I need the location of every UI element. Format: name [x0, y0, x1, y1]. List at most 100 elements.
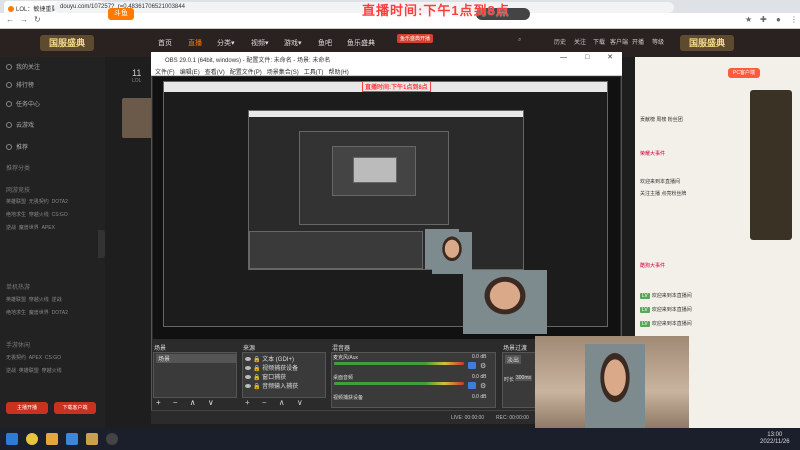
eye-icon[interactable]: [245, 357, 251, 362]
chat-message: LV 欢迎来到本直播间: [640, 293, 692, 299]
volume-icon[interactable]: [468, 382, 476, 389]
rank-tabs[interactable]: 贡献榜 周榜 粉丝团: [640, 116, 683, 123]
menu-file[interactable]: 文件(F): [155, 70, 175, 76]
gear-icon[interactable]: ⚙: [480, 362, 486, 370]
source-item[interactable]: 🔒 窗口捕获: [245, 372, 286, 381]
chat-message: LV 欢迎来到本直播间: [640, 321, 692, 327]
room-count: 11: [132, 68, 142, 78]
sidebar-collapse-handle[interactable]: [98, 230, 105, 258]
streamer-avatar[interactable]: [122, 98, 154, 138]
level-icon[interactable]: 等级: [652, 37, 664, 46]
menu-edit[interactable]: 编辑(E): [180, 70, 200, 76]
mixer-track-db: 0.0 dB: [472, 354, 487, 360]
taskbar-clock[interactable]: 13:00 2022/11/26: [760, 432, 790, 446]
mixer-track-name: 桌面音频: [333, 375, 354, 381]
webcam-overlay: [535, 336, 689, 428]
eye-icon[interactable]: [245, 375, 251, 380]
puzzle-icon[interactable]: ✚: [760, 15, 767, 24]
sidebar-section-heading: 网游竞技: [6, 188, 31, 194]
duration-input[interactable]: 300ms: [515, 375, 533, 381]
eye-icon[interactable]: [245, 384, 251, 389]
nested-capture-2: [248, 110, 524, 270]
eye-icon[interactable]: [245, 366, 251, 371]
menu-help[interactable]: 帮助(H): [328, 70, 348, 76]
sidebar-item-cloudgame[interactable]: 云游戏: [6, 120, 34, 129]
nav-home[interactable]: 首页: [158, 38, 172, 48]
lol-client-icon[interactable]: [86, 433, 98, 445]
clock-time: 13:00: [767, 432, 783, 438]
profile-icon[interactable]: ●: [776, 15, 781, 24]
obs-title-bar: OBS 29.0.1 (64bit, windows) - 配置文件: 未命名 …: [151, 52, 622, 65]
obs-webcam-source: [463, 270, 547, 334]
sidebar-game-row[interactable]: 逆战 英雄联盟 穿越火线: [6, 367, 62, 374]
event-banner[interactable]: 酷狗大事件: [640, 262, 665, 269]
menu-view[interactable]: 查看(V): [205, 70, 225, 76]
sources-toolbar[interactable]: + − ∧ ∨: [245, 398, 308, 407]
nav-category[interactable]: 分类▾: [217, 38, 235, 48]
audio-meter: [334, 362, 464, 365]
festival-ad-banner[interactable]: [750, 90, 792, 240]
mixer-track-name: 视频捕获设备: [333, 395, 364, 401]
client-icon[interactable]: 客户端: [610, 37, 628, 46]
chat-message: 关注主播 点亮粉丝牌: [640, 191, 687, 197]
obs-window-controls[interactable]: — □ ✕: [560, 53, 621, 61]
volume-icon[interactable]: [468, 362, 476, 369]
folder-icon[interactable]: [46, 433, 58, 445]
nav-video[interactable]: 视频▾: [251, 38, 269, 48]
nav-festival[interactable]: 鱼乐盛典: [347, 38, 375, 48]
festival-logo-left[interactable]: 国服盛典: [40, 35, 94, 51]
obs-preview-canvas[interactable]: 直播时间:下午1点到8点: [153, 77, 620, 339]
reload-icon[interactable]: ↻: [34, 15, 41, 24]
source-item[interactable]: 🔒 音频输入捕获: [245, 381, 298, 390]
obs-menu-bar: 文件(F) 编辑(E) 查看(V) 配置文件(P) 场景集合(S) 工具(T) …: [151, 65, 622, 76]
go-live-icon[interactable]: 开播: [632, 37, 644, 46]
transition-select[interactable]: 淡出: [505, 355, 522, 364]
follow-icon[interactable]: 关注: [574, 37, 586, 46]
sidebar-game-row[interactable]: 英雄联盟 穿越火线 逆战: [6, 296, 62, 303]
nav-fishbar[interactable]: 鱼吧: [318, 38, 332, 48]
chrome-icon[interactable]: [26, 433, 38, 445]
sidebar-item-rank[interactable]: 排行榜: [6, 80, 34, 89]
source-item[interactable]: 🔒 视频捕获设备: [245, 363, 298, 372]
search-icon[interactable]: ⌕: [518, 37, 521, 44]
sidebar-game-row[interactable]: 逆战 魔兽世界 APEX: [6, 224, 55, 231]
scenes-toolbar[interactable]: + − ∧ ∨: [156, 398, 219, 407]
back-icon[interactable]: ←: [6, 15, 14, 24]
forward-icon[interactable]: →: [20, 15, 28, 24]
sidebar-game-row[interactable]: 无畏契约 APEX CS:GO: [6, 354, 61, 361]
sidebar-item-recommend[interactable]: 推荐: [6, 142, 28, 151]
menu-tools[interactable]: 工具(T): [304, 70, 324, 76]
scene-item[interactable]: 场景: [156, 354, 236, 363]
menu-dots-icon[interactable]: ⋮: [790, 15, 798, 24]
nested-banner: 直播时间:下午1点到8点: [362, 81, 431, 92]
nav-live[interactable]: 直播: [188, 38, 202, 48]
sidebar-go-live-button[interactable]: 主播开播: [6, 402, 48, 414]
douyu-logo[interactable]: 斗鱼: [108, 8, 134, 20]
douyu-favicon-icon: [8, 6, 14, 13]
source-item[interactable]: 🔒 文本 (GDI+): [245, 354, 294, 363]
obs-icon[interactable]: [106, 433, 118, 445]
sidebar-item-follow[interactable]: 我的关注: [6, 62, 40, 71]
rec-timer: REC: 00:00:00: [496, 415, 529, 421]
trophy-icon: [6, 82, 12, 89]
sidebar-game-row[interactable]: 绝地求生 穿越火线 CS:GO: [6, 211, 68, 218]
star-icon: [6, 144, 12, 151]
download-icon[interactable]: 下载: [593, 37, 605, 46]
sidebar-download-button[interactable]: 下载客户端: [54, 402, 96, 414]
pc-client-button[interactable]: PC客户端: [728, 68, 760, 78]
menu-scene-collection[interactable]: 场景集合(S): [267, 70, 299, 76]
sidebar-item-tasks[interactable]: 任务中心: [6, 99, 40, 108]
sidebar-game-row[interactable]: 绝地求生 魔兽世界 DOTA2: [6, 309, 68, 316]
nav-game[interactable]: 游戏▾: [284, 38, 302, 48]
history-icon[interactable]: 历史: [554, 37, 566, 46]
event-banner[interactable]: 荣耀大事件: [640, 150, 665, 157]
gear-icon[interactable]: ⚙: [480, 382, 486, 390]
menu-profile[interactable]: 配置文件(P): [230, 70, 262, 76]
app-icon[interactable]: [66, 433, 78, 445]
sidebar-section-heading: 单机热游: [6, 285, 31, 291]
festival-logo-right[interactable]: 国服盛典: [680, 35, 734, 51]
promo-badge[interactable]: 鱼乐盛典开播: [397, 34, 434, 43]
sidebar-game-row[interactable]: 英雄联盟 无畏契约 DOTA2: [6, 198, 68, 205]
extensions-icon[interactable]: ★: [745, 15, 752, 24]
windows-start-icon[interactable]: [6, 433, 18, 445]
